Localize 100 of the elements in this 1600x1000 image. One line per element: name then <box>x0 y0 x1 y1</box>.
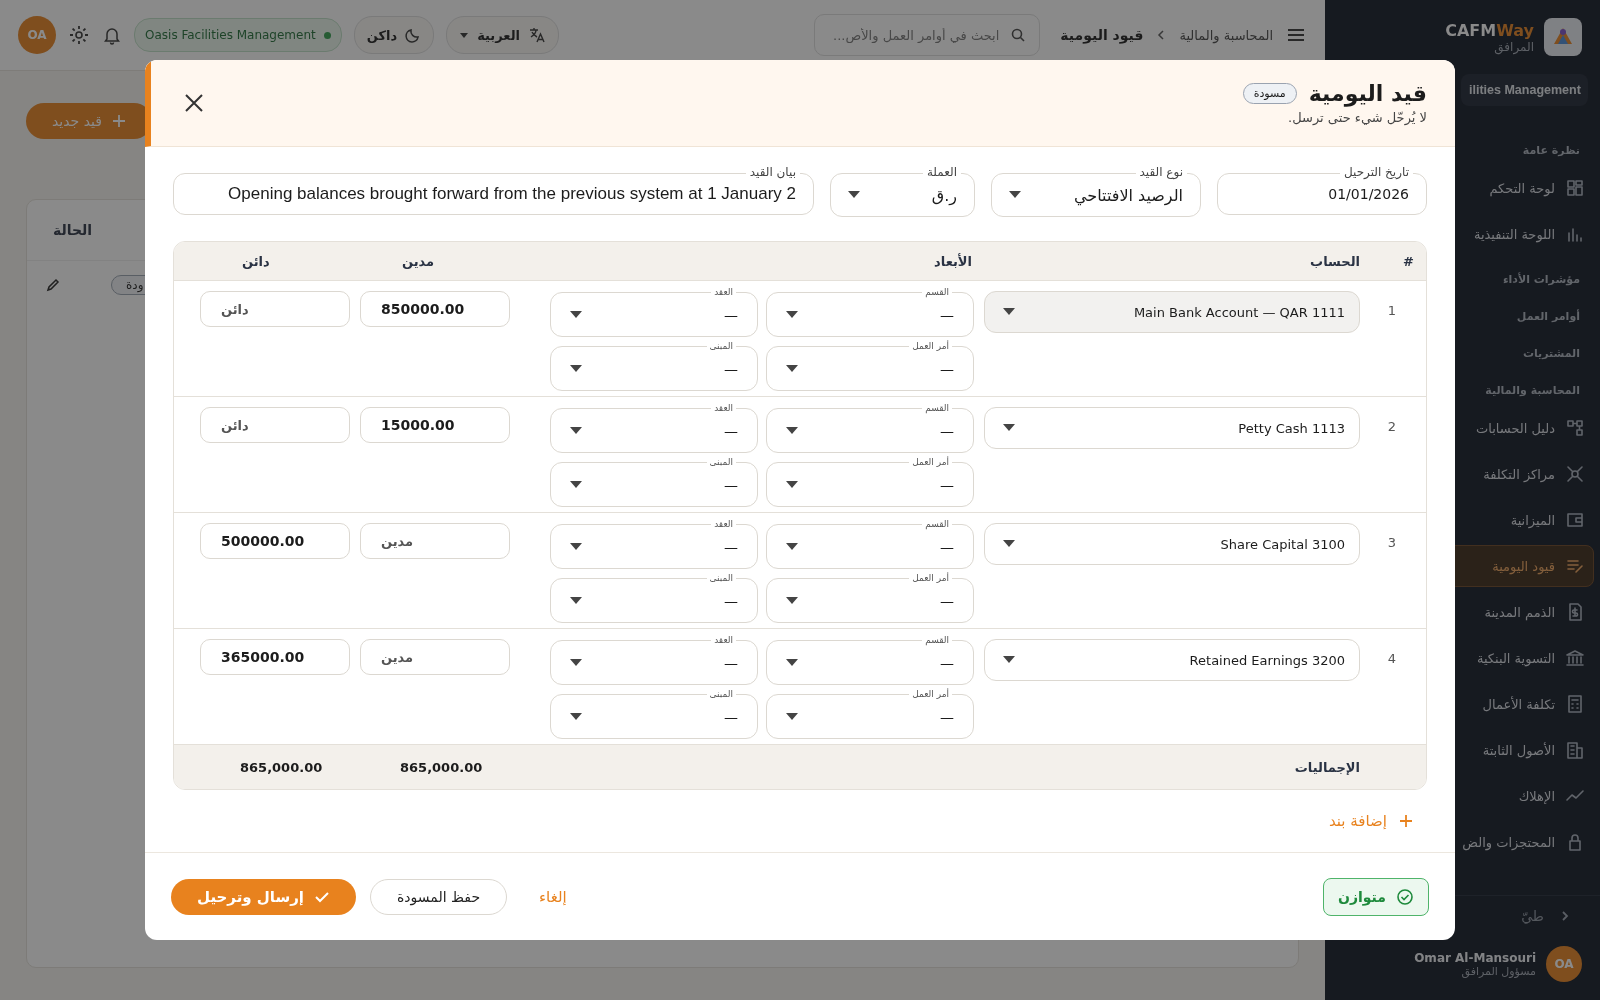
caret-icon <box>459 30 470 40</box>
dimension-select[interactable]: القسم — <box>766 633 974 685</box>
dimension-select[interactable]: المبنى — <box>550 687 758 739</box>
debit-total: 865,000.00 <box>400 759 483 775</box>
dimension-select[interactable]: أمر العمل — <box>766 455 974 507</box>
column-header: # <box>1402 253 1414 269</box>
plus-icon <box>1399 814 1413 828</box>
user-role: مسؤول المرافق <box>1460 964 1536 978</box>
dimension-select[interactable]: أمر العمل — <box>766 687 974 739</box>
logo-icon <box>1544 18 1582 56</box>
caret-icon <box>786 543 798 551</box>
caret-icon <box>1003 308 1015 316</box>
credit-input[interactable]: دائن <box>200 407 350 443</box>
debit-input[interactable]: 850000.00 <box>360 291 510 327</box>
caret-icon <box>1003 540 1015 548</box>
nav-item[interactable]: مراكز التكلفة <box>1331 453 1594 495</box>
caret-icon <box>570 311 582 319</box>
caret-icon <box>786 659 798 667</box>
nav-section-title: المحاسبة والمالية <box>1484 383 1581 399</box>
line-number: 2 <box>1386 418 1398 434</box>
building-icon <box>1565 740 1585 760</box>
moon-icon <box>405 27 422 43</box>
caret-icon <box>786 427 798 435</box>
debit-input[interactable]: مدين <box>360 523 510 559</box>
dimension-select[interactable]: العقد — <box>550 517 758 569</box>
debit-input[interactable]: 15000.00 <box>360 407 510 443</box>
nav-item[interactable]: تكلفة الأعمال <box>1331 683 1594 725</box>
bell-icon[interactable] <box>102 25 122 45</box>
dimension-select[interactable]: أمر العمل — <box>766 571 974 623</box>
calculator-icon <box>1565 694 1585 714</box>
caret-icon <box>570 597 582 605</box>
column-header: مدين <box>401 253 436 269</box>
dimension-select[interactable]: العقد — <box>550 633 758 685</box>
pencil-icon[interactable] <box>45 277 61 293</box>
dimension-select[interactable]: أمر العمل — <box>766 339 974 391</box>
check-icon <box>314 889 330 905</box>
hierarchy-icon <box>1565 418 1585 438</box>
dimension-select[interactable]: المبنى — <box>550 339 758 391</box>
totals-label: الإجماليات <box>1293 759 1360 775</box>
dimension-select[interactable]: القسم — <box>766 401 974 453</box>
line-number: 1 <box>1386 302 1398 318</box>
plus-icon <box>111 114 126 128</box>
breadcrumb-current: قيود اليومية <box>1060 27 1144 43</box>
settings-icon[interactable] <box>68 24 90 46</box>
bank-icon <box>1565 648 1585 668</box>
caret-icon <box>786 713 798 721</box>
caret-icon <box>1003 656 1015 664</box>
credit-total: 865,000.00 <box>240 759 323 775</box>
nav-section-title: مؤشرات الأداء <box>1501 271 1581 288</box>
dimension-select[interactable]: القسم — <box>766 517 974 569</box>
debit-input[interactable]: مدين <box>360 639 510 675</box>
app-logo-subtitle: المرافق <box>1493 39 1534 54</box>
caret-icon <box>786 481 798 489</box>
caret-icon <box>570 543 582 551</box>
dimension-select[interactable]: المبنى — <box>550 455 758 507</box>
caret-icon <box>1003 424 1015 432</box>
caret-icon <box>570 659 582 667</box>
credit-input[interactable]: دائن <box>200 291 350 327</box>
credit-input[interactable]: 365000.00 <box>200 639 350 675</box>
dimension-select[interactable]: العقد — <box>550 285 758 337</box>
dialog-subtitle: لا يُرحّل شيء حتى ترسل. <box>1287 110 1427 125</box>
balance-status: متوازن <box>1323 878 1429 916</box>
search-icon <box>1010 27 1027 43</box>
status-tag: مسودة <box>1242 83 1297 104</box>
nav-section-title: نظرة عامة <box>1521 143 1581 159</box>
wallet-icon <box>1565 510 1585 530</box>
caret-icon <box>570 365 582 373</box>
caret-icon <box>570 481 582 489</box>
account-select[interactable]: 1111 Main Bank Account — QAR <box>984 291 1360 333</box>
dimension-select[interactable]: العقد — <box>550 401 758 453</box>
dialog-title: قيد اليومية <box>1308 81 1427 106</box>
dimension-select[interactable]: المبنى — <box>550 571 758 623</box>
line-number: 4 <box>1386 650 1398 666</box>
language-selector[interactable]: العربية <box>446 16 559 54</box>
credit-input[interactable]: 500000.00 <box>200 523 350 559</box>
form-field[interactable]: العملة ر.ق <box>830 164 975 217</box>
nav-item[interactable]: اللوحة التنفيذية <box>1331 213 1594 255</box>
column-header: الأبعاد <box>933 253 973 269</box>
close-icon[interactable] <box>183 92 205 114</box>
form-field[interactable]: نوع القيد الرصيد الافتتاحي <box>991 164 1201 217</box>
network-icon <box>1565 464 1585 484</box>
caret-icon <box>786 597 798 605</box>
caret-icon <box>570 713 582 721</box>
caret-icon <box>786 311 798 319</box>
account-select[interactable]: 3200 Retained Earnings <box>984 639 1360 681</box>
theme-toggle[interactable]: داكن <box>353 16 435 54</box>
nav-section-title: المشتريات <box>1521 346 1581 362</box>
column-header: دائن <box>241 253 271 269</box>
translate-icon <box>528 26 546 44</box>
check-circle-icon <box>1396 888 1414 906</box>
column-header: الحساب <box>1309 253 1360 269</box>
column-header: الحالة <box>53 222 93 238</box>
caret-icon <box>786 365 798 373</box>
organization-selector[interactable]: ilities Management <box>1461 74 1588 106</box>
account-select[interactable]: 1113 Petty Cash <box>984 407 1360 449</box>
account-select[interactable]: 3100 Share Capital <box>984 523 1360 565</box>
dimension-select[interactable]: القسم — <box>766 285 974 337</box>
nav-item[interactable]: الذمم المدينة <box>1331 591 1594 633</box>
save-draft-button[interactable]: حفظ المسودة <box>370 879 508 915</box>
breadcrumb-link[interactable]: المحاسبة والمالية <box>1179 27 1273 43</box>
